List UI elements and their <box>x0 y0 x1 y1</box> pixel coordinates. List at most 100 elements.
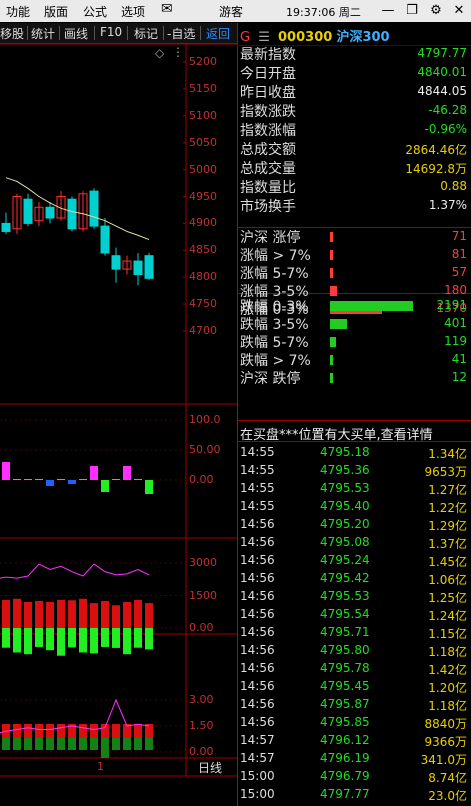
breadth-up-label: 沪深 涨停 <box>240 230 301 246</box>
breadth-down-label: 跌幅 5-7% <box>240 335 309 351</box>
candle-body <box>144 255 154 279</box>
breadth-down-label: 跌幅 3-5% <box>240 317 309 333</box>
tick-time: 14:56 <box>240 607 275 621</box>
stock-code: 000300 <box>278 30 333 45</box>
tick-time: 14:56 <box>240 553 275 567</box>
ind1-bar <box>57 479 65 480</box>
tick-time: 14:56 <box>240 535 275 549</box>
tick-time: 14:55 <box>240 499 275 513</box>
scroll-icon[interactable]: ⋮ <box>172 45 184 59</box>
big-order-notice[interactable]: 在买盘***位置有大买单,查看详情 <box>240 424 470 443</box>
ind1-bar <box>46 480 54 486</box>
vol-bar-up <box>57 599 65 628</box>
tick-time: 14:57 <box>240 751 275 765</box>
candle-body <box>67 198 77 230</box>
ind1-bar <box>134 479 142 480</box>
summary-label: 今日开盘 <box>240 66 296 82</box>
ind1-axis-label: 100.0 <box>189 413 221 426</box>
summary-value: 2864.46亿 <box>405 143 467 157</box>
vol-bar-up <box>79 598 87 628</box>
breadth-up-value: 57 <box>451 265 467 279</box>
ind3-bar-up <box>145 724 153 738</box>
breadth-down-label: 跌幅 > 7% <box>240 353 311 369</box>
ind3-bar-up <box>90 724 98 738</box>
ind3-bar-up <box>13 724 21 738</box>
vol-bar-up <box>101 600 109 628</box>
tick-volume: 1.29亿 <box>428 519 467 533</box>
tick-time: 14:56 <box>240 643 275 657</box>
breadth-down-label: 沪深 跌停 <box>240 371 301 387</box>
ind1-bar <box>90 466 98 480</box>
ind3-bar-up <box>35 724 43 738</box>
vol-bar-down <box>2 628 10 648</box>
ind3-bar-down <box>57 738 65 750</box>
tick-time: 15:00 <box>240 769 275 783</box>
vol-bar-down <box>35 628 43 647</box>
vol-bar-up <box>90 603 98 628</box>
price-tick-label: 4850 <box>189 243 217 257</box>
breadth-down-bar <box>330 301 413 311</box>
tick-volume: 23.0亿 <box>428 789 467 803</box>
toolbar-rule <box>0 43 237 44</box>
tick-volume: 8.74亿 <box>428 771 467 785</box>
summary-label: 指数涨幅 <box>240 123 296 139</box>
summary-label: 昨日收盘 <box>240 85 296 101</box>
tick-volume: 1.18亿 <box>428 699 467 713</box>
ind3-axis-label: 1.50 <box>189 719 214 732</box>
tick-price: 4795.54 <box>320 607 370 621</box>
ind1-bar <box>68 480 76 484</box>
tick-price: 4795.80 <box>320 643 370 657</box>
tick-time: 14:57 <box>240 733 275 747</box>
ind3-bar-down <box>2 738 10 750</box>
ind1-bar <box>112 479 120 480</box>
tick-time: 14:56 <box>240 517 275 531</box>
vol-bar-down <box>46 628 54 651</box>
vol-bar-up <box>112 605 120 628</box>
candle-body <box>23 198 33 224</box>
tick-price: 4795.45 <box>320 679 370 693</box>
clock: 19:37:06 周二 <box>286 6 361 19</box>
vol-bar-down <box>13 628 21 653</box>
ind3-bar-up <box>112 724 120 738</box>
candle-body <box>89 190 99 227</box>
vol-bar-down <box>68 628 76 648</box>
menu-icon[interactable]: ☰ <box>258 30 270 45</box>
vol-bar-up <box>2 599 10 628</box>
vol-bar-up <box>13 598 21 628</box>
vol-bar-up <box>35 600 43 628</box>
tick-volume: 1.25亿 <box>428 591 467 605</box>
tick-time: 14:56 <box>240 679 275 693</box>
breadth-down-value: 119 <box>444 334 467 348</box>
vol-bar-down <box>134 628 142 648</box>
period-label[interactable]: 日线 <box>198 759 222 776</box>
minimize-icon[interactable]: — <box>377 1 399 21</box>
ind3-bar-up <box>101 724 109 738</box>
tick-time: 14:55 <box>240 481 275 495</box>
tick-price: 4795.78 <box>320 661 370 675</box>
breadth-down-bar <box>330 355 333 365</box>
stock-header: G ☰ 000300 沪深300 <box>240 26 390 45</box>
ind3-bar-down <box>68 738 76 750</box>
tick-volume: 1.45亿 <box>428 555 467 569</box>
vol-bar-up <box>123 602 131 628</box>
tick-price: 4797.77 <box>320 787 370 801</box>
price-tick-label: 5000 <box>189 162 217 176</box>
settings-icon[interactable]: ⚙ <box>425 1 447 21</box>
vol-bar-up <box>46 602 54 628</box>
summary-value: -46.28 <box>428 103 467 117</box>
summary-value: 0.88 <box>440 179 467 193</box>
summary-label: 最新指数 <box>240 47 296 63</box>
ind1-axis-label: 0.00 <box>189 473 214 486</box>
diamond-icon[interactable]: ◇ <box>155 46 164 60</box>
tick-time: 15:00 <box>240 787 275 801</box>
restore-icon[interactable]: ❐ <box>401 1 423 21</box>
tick-volume: 8840万 <box>424 717 467 731</box>
ind1-bar <box>123 466 131 480</box>
tick-time: 14:55 <box>240 445 275 459</box>
price-tick-label: 5100 <box>189 108 217 122</box>
breadth-down-bar <box>330 319 347 329</box>
breadth-down-bar <box>330 337 336 347</box>
breadth-down-value: 401 <box>444 316 467 330</box>
close-icon[interactable]: ✕ <box>448 1 470 21</box>
breadth-up-bar <box>330 232 334 242</box>
